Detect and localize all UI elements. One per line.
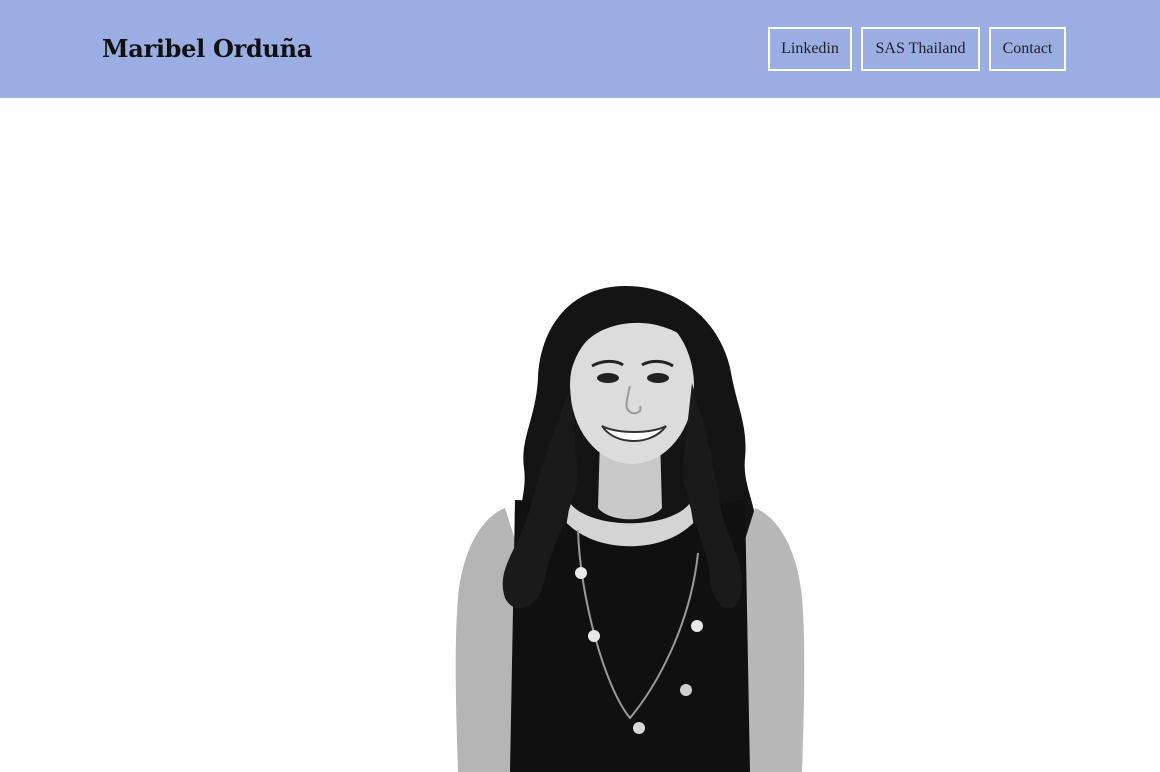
nav-contact-button[interactable]: Contact [989, 27, 1066, 71]
nav-sas-thailand-button[interactable]: SAS Thailand [861, 27, 980, 71]
hero-section [0, 98, 1160, 772]
site-header: Maribel Orduña Linkedin SAS Thailand Con… [0, 0, 1160, 98]
site-title[interactable]: Maribel Orduña [102, 32, 312, 66]
portrait-photo [455, 286, 805, 772]
nav-linkedin-button[interactable]: Linkedin [768, 27, 852, 71]
